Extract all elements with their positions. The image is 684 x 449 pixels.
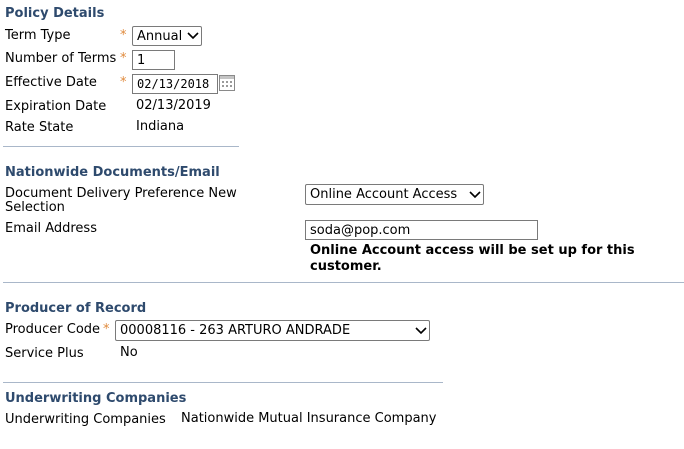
producer-code-value: 00008116 - 263 ARTURO ANDRADE — [120, 323, 351, 338]
documents-email-title: Nationwide Documents/Email — [5, 165, 220, 180]
number-of-terms-label: Number of Terms — [5, 51, 117, 66]
section-divider — [3, 282, 684, 283]
chevron-down-icon — [413, 321, 429, 340]
policy-details-title: Policy Details — [5, 6, 105, 21]
term-type-required-marker: * — [120, 28, 127, 43]
online-access-note-line1: Online Account access will be set up for… — [310, 243, 635, 258]
effective-date-input[interactable]: 02/13/2018 — [132, 74, 218, 94]
producer-code-required-marker: * — [103, 322, 110, 337]
producer-of-record-title: Producer of Record — [5, 301, 147, 316]
expiration-date-label: Expiration Date — [5, 99, 107, 114]
chevron-down-icon — [467, 185, 483, 204]
delivery-preference-select[interactable]: Online Account Access — [305, 184, 484, 205]
producer-code-label: Producer Code — [5, 322, 101, 337]
term-type-select[interactable]: Annual — [132, 26, 202, 46]
delivery-preference-value: Online Account Access — [310, 187, 458, 202]
effective-date-label: Effective Date — [5, 75, 97, 90]
chevron-down-icon — [185, 27, 201, 45]
delivery-preference-label-line1: Document Delivery Preference New — [5, 186, 237, 201]
email-address-label: Email Address — [5, 221, 97, 236]
section-divider — [3, 382, 443, 383]
term-type-value: Annual — [137, 28, 183, 44]
service-plus-label: Service Plus — [5, 346, 84, 361]
number-of-terms-value: 1 — [137, 52, 146, 68]
rate-state-label: Rate State — [5, 120, 74, 135]
effective-date-required-marker: * — [120, 75, 127, 90]
rate-state-value: Indiana — [136, 119, 185, 134]
delivery-preference-label-line2: Selection — [5, 200, 65, 215]
producer-code-select[interactable]: 00008116 - 263 ARTURO ANDRADE — [115, 320, 430, 341]
online-access-note-line2: customer. — [310, 259, 382, 274]
email-address-input[interactable]: soda@pop.com — [305, 220, 538, 240]
email-address-value: soda@pop.com — [310, 222, 411, 238]
underwriting-companies-value: Nationwide Mutual Insurance Company — [181, 411, 437, 426]
number-of-terms-input[interactable]: 1 — [132, 50, 175, 70]
calendar-icon[interactable] — [219, 75, 235, 91]
effective-date-value: 02/13/2018 — [137, 77, 210, 91]
expiration-date-value: 02/13/2019 — [136, 98, 211, 113]
service-plus-value: No — [120, 345, 138, 360]
section-divider — [3, 146, 239, 147]
number-of-terms-required-marker: * — [120, 51, 127, 66]
term-type-label: Term Type — [5, 28, 71, 43]
online-access-note: Online Account access will be set up for… — [310, 243, 650, 275]
underwriting-companies-label: Underwriting Companies — [5, 412, 166, 427]
underwriting-companies-title: Underwriting Companies — [5, 391, 187, 406]
